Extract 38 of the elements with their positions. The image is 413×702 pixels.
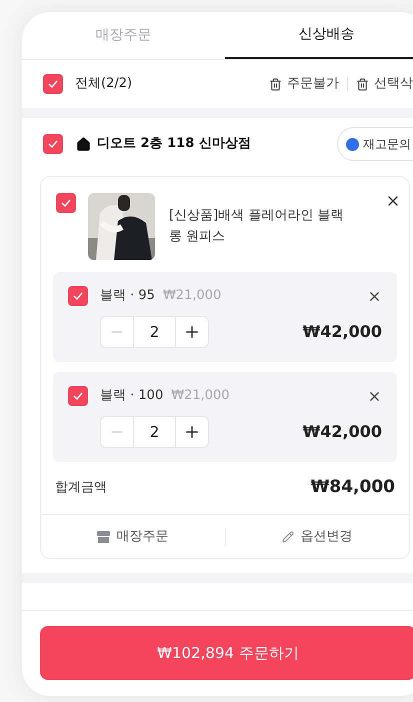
pencil-icon: [282, 530, 294, 542]
footer-button[interactable]: 옵션변경: [226, 526, 409, 546]
option-price: ₩42,000: [302, 321, 382, 343]
order-button[interactable]: ₩102,894 주문하기: [40, 626, 413, 680]
store-name: 디오트 2층 118 신마상점: [97, 135, 251, 154]
tab[interactable]: 신상배송: [225, 12, 413, 59]
home-icon: [76, 136, 91, 152]
option-label: 블랙 · 100: [100, 387, 164, 406]
quantity-value: 2: [133, 317, 176, 347]
select-all-label: 전체(2/2): [75, 75, 132, 94]
option-price: ₩42,000: [302, 421, 382, 443]
delete-button[interactable]: 선택삭: [356, 74, 413, 94]
check-icon: [61, 199, 71, 207]
quantity-stepper[interactable]: 2: [100, 416, 209, 448]
check-icon: [73, 292, 83, 300]
question-icon: [346, 138, 359, 150]
trash-icon: [269, 78, 282, 90]
trash-icon: [356, 78, 369, 90]
store-icon: [97, 530, 110, 542]
unit-price: ₩21,000: [162, 287, 222, 306]
option-label: 블랙 · 95: [100, 287, 155, 306]
unit-price: ₩21,000: [171, 387, 230, 406]
checkbox[interactable]: [43, 74, 63, 94]
stock-inquiry-button[interactable]: 재고문의: [337, 127, 413, 161]
total-price: ₩84,000: [310, 476, 395, 500]
footer-button[interactable]: 매장주문: [41, 526, 224, 546]
check-icon: [48, 80, 58, 88]
quantity-value: 2: [133, 417, 176, 447]
checkbox[interactable]: [56, 193, 76, 213]
checkbox[interactable]: [43, 134, 63, 154]
check-icon: [48, 140, 58, 148]
checkbox[interactable]: [68, 386, 88, 406]
quantity-stepper[interactable]: 2: [100, 316, 209, 348]
check-icon: [73, 392, 83, 400]
checkbox[interactable]: [68, 286, 88, 306]
product-title: [신상품]배색 플레어라인 블랙 롱 원피스: [169, 207, 344, 246]
total-label: 합계금액: [55, 479, 107, 498]
delete-button[interactable]: 주문불가: [269, 74, 339, 94]
